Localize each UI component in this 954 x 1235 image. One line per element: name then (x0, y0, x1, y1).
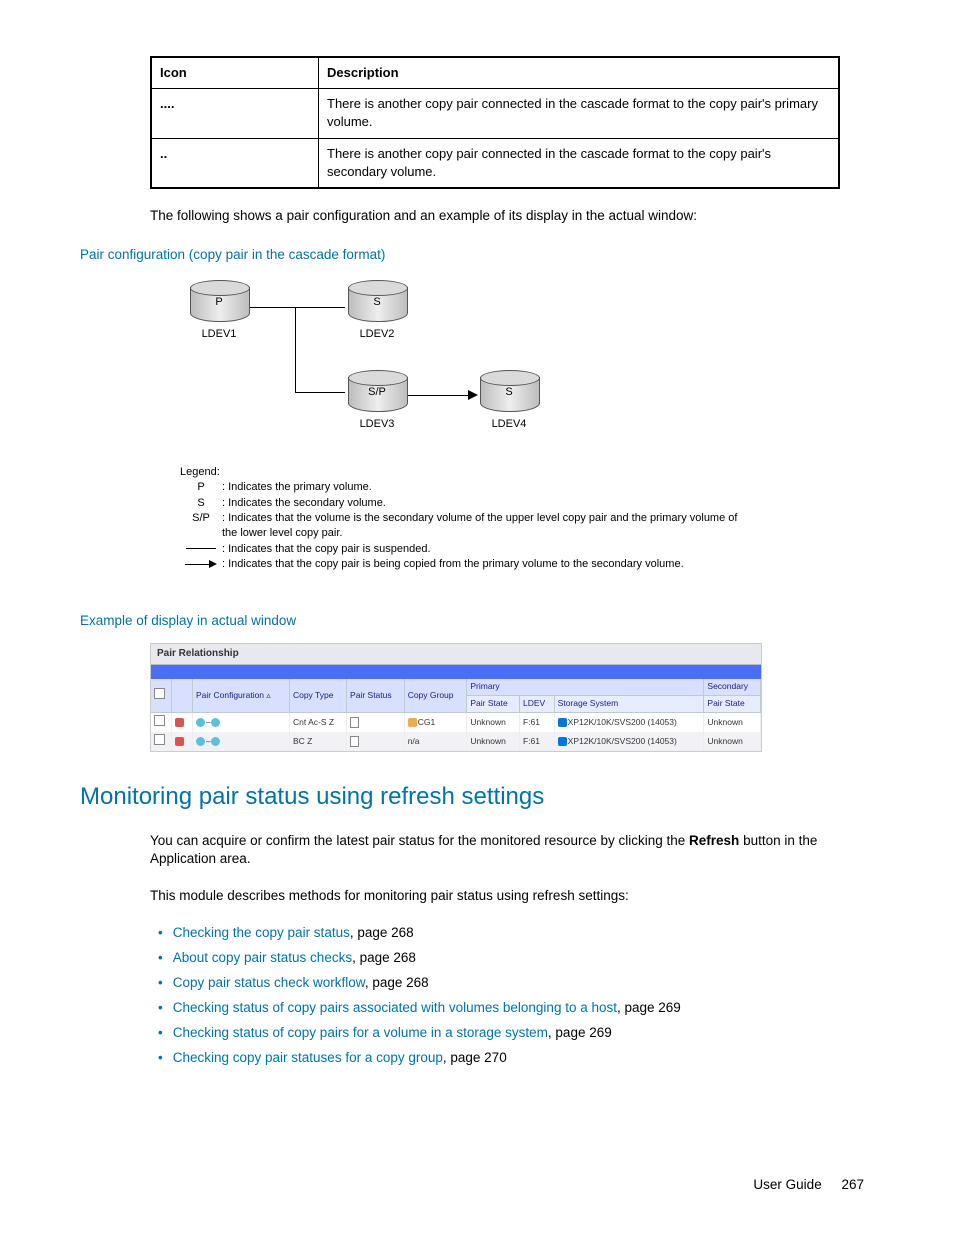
table-row[interactable]: – Cnt Ac-S Z CG1 Unknown F:61 XP12K/10K/… (151, 713, 761, 732)
doc-link[interactable]: Checking status of copy pairs associated… (173, 1000, 617, 1015)
diagram-legend: Legend: P: Indicates the primary volume.… (180, 465, 740, 573)
legend-key-arrow-icon (180, 557, 222, 572)
col-copy-group[interactable]: Copy Group (404, 679, 467, 712)
description-cell: There is another copy pair connected in … (319, 89, 840, 138)
group-icon (408, 718, 417, 727)
icon-description-table: Icon Description .... There is another c… (150, 56, 840, 189)
section-paragraph-2: This module describes methods for monito… (150, 887, 840, 906)
list-item: Checking status of copy pairs associated… (158, 999, 864, 1018)
doc-link[interactable]: Checking status of copy pairs for a volu… (173, 1025, 548, 1040)
pair-status-cell (347, 732, 405, 751)
pair-state-cell: Unknown (467, 713, 520, 732)
footer-title: User Guide (753, 1177, 821, 1192)
col-pair-status[interactable]: Pair Status (347, 679, 405, 712)
volume-ldev4: S LDEV4 (480, 377, 538, 419)
storage-icon (558, 718, 567, 727)
legend-key: S (180, 496, 222, 511)
legend-text: : Indicates that the copy pair is suspen… (222, 542, 740, 557)
figure-caption-2: Example of display in actual window (80, 612, 864, 631)
panel-toolbar (151, 665, 761, 679)
copy-arrow-icon (408, 395, 468, 396)
storage-cell[interactable]: XP12K/10K/SVS200 (14053) (554, 732, 704, 751)
col-group-primary: Primary (467, 679, 704, 695)
figure-caption-1: Pair configuration (copy pair in the cas… (80, 246, 864, 265)
link-list: Checking the copy pair status, page 268 … (158, 924, 864, 1067)
sec-state-cell: Unknown (704, 713, 761, 732)
list-item: Checking the copy pair status, page 268 (158, 924, 864, 943)
legend-key-line-icon (180, 542, 222, 557)
icon-cell: .. (151, 138, 319, 188)
panel-title: Pair Relationship (151, 644, 761, 665)
col-storage-system[interactable]: Storage System (554, 696, 704, 713)
legend-text: : Indicates that the volume is the secon… (222, 511, 740, 542)
ldev-cell[interactable]: F:61 (520, 713, 555, 732)
storage-icon (558, 737, 567, 746)
row-checkbox[interactable] (154, 715, 165, 726)
pair-config-cell: – (193, 732, 290, 751)
select-all-checkbox[interactable] (154, 688, 165, 699)
legend-text: : Indicates the secondary volume. (222, 496, 740, 511)
volume-icon (196, 718, 205, 727)
list-item: Checking status of copy pairs for a volu… (158, 1024, 864, 1043)
copy-group-cell[interactable]: CG1 (404, 713, 467, 732)
volume-icon (211, 737, 220, 746)
suspended-line-icon (250, 307, 345, 308)
doc-link[interactable]: Checking the copy pair status (173, 925, 350, 940)
icon-cell: .... (151, 89, 319, 138)
volume-ldev3: S/P LDEV3 (348, 377, 406, 419)
legend-title: Legend: (180, 465, 740, 480)
page-footer: User Guide 267 (753, 1176, 864, 1195)
col-copy-type[interactable]: Copy Type (289, 679, 346, 712)
legend-key: S/P (180, 511, 222, 542)
doc-icon (350, 736, 359, 747)
doc-icon (350, 717, 359, 728)
col-sec-pair-state[interactable]: Pair State (704, 696, 761, 713)
row-checkbox[interactable] (154, 734, 165, 745)
page-number: 267 (841, 1177, 864, 1192)
list-item: Checking copy pair statuses for a copy g… (158, 1049, 864, 1068)
status-icon (175, 718, 184, 727)
pair-config-cell: – (193, 713, 290, 732)
sort-icon: ▵ (266, 690, 270, 700)
pair-relationship-panel: Pair Relationship Pair Configuration ▵ C… (150, 643, 762, 752)
pair-state-cell: Unknown (467, 732, 520, 751)
col-pair-configuration[interactable]: Pair Configuration ▵ (193, 679, 290, 712)
list-item: About copy pair status checks, page 268 (158, 949, 864, 968)
doc-link[interactable]: Checking copy pair statuses for a copy g… (173, 1050, 443, 1065)
arrow-head-icon (468, 390, 478, 400)
legend-key: P (180, 480, 222, 495)
list-item: Copy pair status check workflow, page 26… (158, 974, 864, 993)
storage-cell[interactable]: XP12K/10K/SVS200 (14053) (554, 713, 704, 732)
copy-group-cell: n/a (404, 732, 467, 751)
volume-ldev1: P LDEV1 (190, 287, 248, 329)
col-group-secondary: Secondary (704, 679, 761, 695)
table-header-row: Pair Configuration ▵ Copy Type Pair Stat… (151, 679, 761, 695)
volume-icon (211, 718, 220, 727)
status-icon (175, 737, 184, 746)
section-heading: Monitoring pair status using refresh set… (80, 780, 864, 814)
cascade-diagram: P LDEV1 S LDEV2 S/P LDEV3 (180, 277, 740, 573)
col-pair-state[interactable]: Pair State (467, 696, 520, 713)
pair-status-cell (347, 713, 405, 732)
table-row[interactable]: – BC Z n/a Unknown F:61 XP12K/10K/SVS200… (151, 732, 761, 751)
sec-state-cell: Unknown (704, 732, 761, 751)
table-header-description: Description (319, 57, 840, 89)
col-ldev[interactable]: LDEV (520, 696, 555, 713)
copy-type-cell: Cnt Ac-S Z (289, 713, 346, 732)
table-row: .. There is another copy pair connected … (151, 138, 839, 188)
legend-text: : Indicates the primary volume. (222, 480, 740, 495)
doc-link[interactable]: About copy pair status checks (173, 950, 352, 965)
volume-ldev2: S LDEV2 (348, 287, 406, 329)
volume-icon (196, 737, 205, 746)
section-paragraph-1: You can acquire or confirm the latest pa… (150, 832, 840, 870)
table-header-icon: Icon (151, 57, 319, 89)
description-cell: There is another copy pair connected in … (319, 138, 840, 188)
copy-type-cell: BC Z (289, 732, 346, 751)
table-row: .... There is another copy pair connecte… (151, 89, 839, 138)
doc-link[interactable]: Copy pair status check workflow (173, 975, 365, 990)
ldev-cell[interactable]: F:61 (520, 732, 555, 751)
legend-text: : Indicates that the copy pair is being … (222, 557, 740, 572)
intro-text: The following shows a pair configuration… (150, 207, 840, 226)
